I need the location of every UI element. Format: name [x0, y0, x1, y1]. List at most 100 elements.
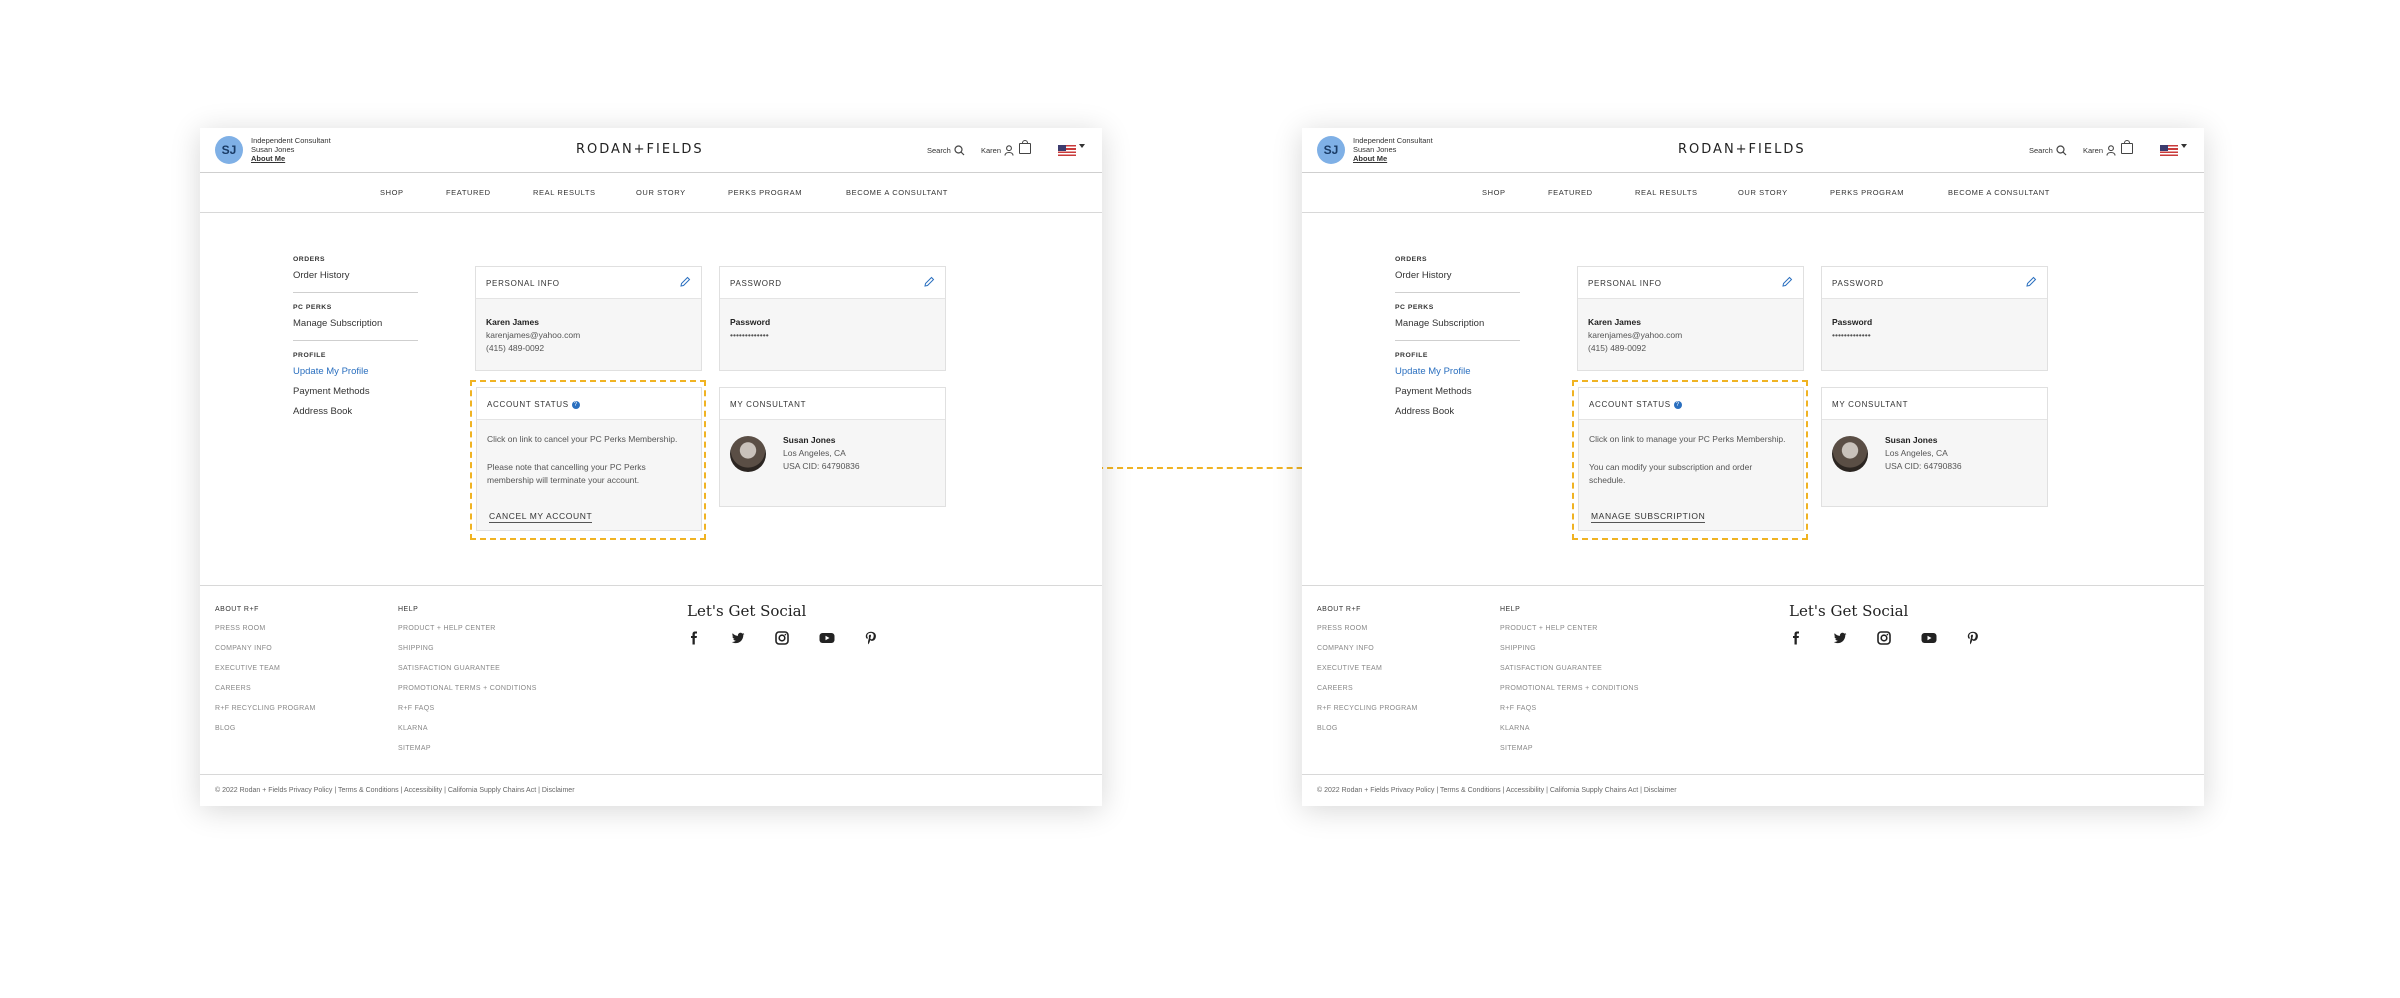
edit-pencil-icon[interactable] — [2025, 276, 2037, 288]
bag-icon[interactable] — [2121, 140, 2133, 154]
profile-phone: (415) 489-0092 — [1588, 343, 1647, 353]
facebook-icon[interactable] — [1789, 631, 1803, 645]
nav-our-story[interactable]: OUR STORY — [1738, 188, 1788, 197]
search-label: Search — [927, 146, 951, 155]
youtube-icon[interactable] — [1921, 631, 1937, 645]
youtube-icon[interactable] — [819, 631, 835, 645]
sidebar-item-update-profile[interactable]: Update My Profile — [293, 366, 418, 377]
sidebar-item-order-history[interactable]: Order History — [1395, 270, 1520, 281]
footer-link[interactable]: PRESS ROOM — [1317, 625, 1418, 632]
instagram-icon[interactable] — [1877, 631, 1891, 645]
consultant-title: MY CONSULTANT — [1832, 400, 1909, 409]
nav-shop[interactable]: SHOP — [380, 188, 404, 197]
footer-link[interactable]: SHIPPING — [398, 645, 537, 652]
footer-link[interactable]: COMPANY INFO — [1317, 645, 1418, 652]
copyright-links[interactable]: © 2022 Rodan + Fields Privacy Policy | T… — [215, 787, 575, 794]
sidebar-item-order-history[interactable]: Order History — [293, 270, 418, 281]
search-button[interactable]: Search — [2029, 145, 2067, 156]
nav-featured[interactable]: FEATURED — [1548, 188, 1593, 197]
footer-link[interactable]: PRODUCT + HELP CENTER — [1500, 625, 1639, 632]
footer-link[interactable]: BLOG — [1317, 725, 1418, 732]
sidebar-item-payment-methods[interactable]: Payment Methods — [293, 386, 418, 397]
edit-pencil-icon[interactable] — [1781, 276, 1793, 288]
facebook-icon[interactable] — [687, 631, 701, 645]
avatar[interactable]: SJ — [1317, 136, 1345, 164]
footer-link[interactable]: SITEMAP — [398, 745, 537, 752]
profile-name: Karen James — [486, 317, 539, 327]
manage-subscription-link[interactable]: MANAGE SUBSCRIPTION — [1591, 511, 1706, 523]
footer-link[interactable]: CAREERS — [1317, 685, 1418, 692]
password-label: Password — [730, 317, 771, 327]
nav-become-consultant[interactable]: BECOME A CONSULTANT — [1948, 188, 2050, 197]
footer-bottom-divider — [200, 774, 1102, 775]
footer-link[interactable]: SHIPPING — [1500, 645, 1639, 652]
footer-link[interactable]: COMPANY INFO — [215, 645, 316, 652]
about-me-link[interactable]: About Me — [1353, 154, 1433, 163]
footer-divider — [1302, 585, 2204, 586]
nav-featured[interactable]: FEATURED — [446, 188, 491, 197]
password-value: ••••••••••••• — [1832, 330, 1871, 340]
footer-link[interactable]: PROMOTIONAL TERMS + CONDITIONS — [1500, 685, 1639, 692]
footer-link[interactable]: EXECUTIVE TEAM — [1317, 665, 1418, 672]
sidebar-item-manage-subscription[interactable]: Manage Subscription — [293, 318, 418, 329]
consultant-photo — [1832, 436, 1868, 472]
sidebar-head-profile: PROFILE — [1395, 352, 1428, 359]
search-button[interactable]: Search — [927, 145, 965, 156]
account-button[interactable]: Karen — [981, 145, 1014, 156]
chevron-down-icon[interactable] — [2181, 144, 2187, 148]
edit-pencil-icon[interactable] — [679, 276, 691, 288]
account-status-line2: You can modify your subscription and ord… — [1589, 462, 1753, 485]
footer-link[interactable]: KLARNA — [398, 725, 537, 732]
footer-link[interactable]: R+F FAQS — [1500, 705, 1639, 712]
footer-link[interactable]: EXECUTIVE TEAM — [215, 665, 316, 672]
password-title: PASSWORD — [1832, 279, 1884, 288]
sidebar-item-address-book[interactable]: Address Book — [293, 406, 418, 417]
nav-become-consultant[interactable]: BECOME A CONSULTANT — [846, 188, 948, 197]
footer-link[interactable]: SATISFACTION GUARANTEE — [1500, 665, 1639, 672]
footer-link[interactable]: PRODUCT + HELP CENTER — [398, 625, 537, 632]
chevron-down-icon[interactable] — [1079, 144, 1085, 148]
copyright-links[interactable]: © 2022 Rodan + Fields Privacy Policy | T… — [1317, 787, 1677, 794]
twitter-icon[interactable] — [731, 631, 745, 645]
nav-shop[interactable]: SHOP — [1482, 188, 1506, 197]
twitter-icon[interactable] — [1833, 631, 1847, 645]
footer-link[interactable]: PROMOTIONAL TERMS + CONDITIONS — [398, 685, 537, 692]
footer-link[interactable]: SITEMAP — [1500, 745, 1639, 752]
brand-logo[interactable]: RODAN+FIELDS — [1678, 142, 1806, 157]
info-icon[interactable]: ? — [571, 401, 580, 409]
nav-real-results[interactable]: REAL RESULTS — [533, 188, 596, 197]
us-flag-icon[interactable] — [1058, 145, 1076, 156]
footer-link[interactable]: KLARNA — [1500, 725, 1639, 732]
pinterest-icon[interactable] — [1966, 631, 1980, 645]
footer-link[interactable]: R+F RECYCLING PROGRAM — [1317, 705, 1418, 712]
nav-our-story[interactable]: OUR STORY — [636, 188, 686, 197]
footer-link[interactable]: SATISFACTION GUARANTEE — [398, 665, 537, 672]
footer-link[interactable]: R+F FAQS — [398, 705, 537, 712]
instagram-icon[interactable] — [775, 631, 789, 645]
nav-perks-program[interactable]: PERKS PROGRAM — [728, 188, 802, 197]
us-flag-icon[interactable] — [2160, 145, 2178, 156]
info-icon[interactable]: ? — [1673, 401, 1682, 409]
cancel-account-link[interactable]: CANCEL MY ACCOUNT — [489, 511, 593, 523]
sidebar-item-update-profile[interactable]: Update My Profile — [1395, 366, 1520, 377]
avatar[interactable]: SJ — [215, 136, 243, 164]
footer-link[interactable]: PRESS ROOM — [215, 625, 316, 632]
sidebar-item-address-book[interactable]: Address Book — [1395, 406, 1520, 417]
account-button[interactable]: Karen — [2083, 145, 2116, 156]
edit-pencil-icon[interactable] — [923, 276, 935, 288]
consultant-role: Independent Consultant — [1353, 136, 1433, 145]
footer-link[interactable]: CAREERS — [215, 685, 316, 692]
about-me-link[interactable]: About Me — [251, 154, 331, 163]
nav-real-results[interactable]: REAL RESULTS — [1635, 188, 1698, 197]
footer-link[interactable]: BLOG — [215, 725, 316, 732]
sidebar-item-manage-subscription[interactable]: Manage Subscription — [1395, 318, 1520, 329]
footer-bottom-divider — [1302, 774, 2204, 775]
consultant-info: Independent Consultant Susan Jones About… — [251, 136, 331, 163]
bag-icon[interactable] — [1019, 140, 1031, 154]
nav-perks-program[interactable]: PERKS PROGRAM — [1830, 188, 1904, 197]
brand-logo[interactable]: RODAN+FIELDS — [576, 142, 704, 157]
pinterest-icon[interactable] — [864, 631, 878, 645]
sidebar-item-payment-methods[interactable]: Payment Methods — [1395, 386, 1520, 397]
footer-link[interactable]: R+F RECYCLING PROGRAM — [215, 705, 316, 712]
panel-cancel-account: SJ Independent Consultant Susan Jones Ab… — [200, 128, 1102, 806]
